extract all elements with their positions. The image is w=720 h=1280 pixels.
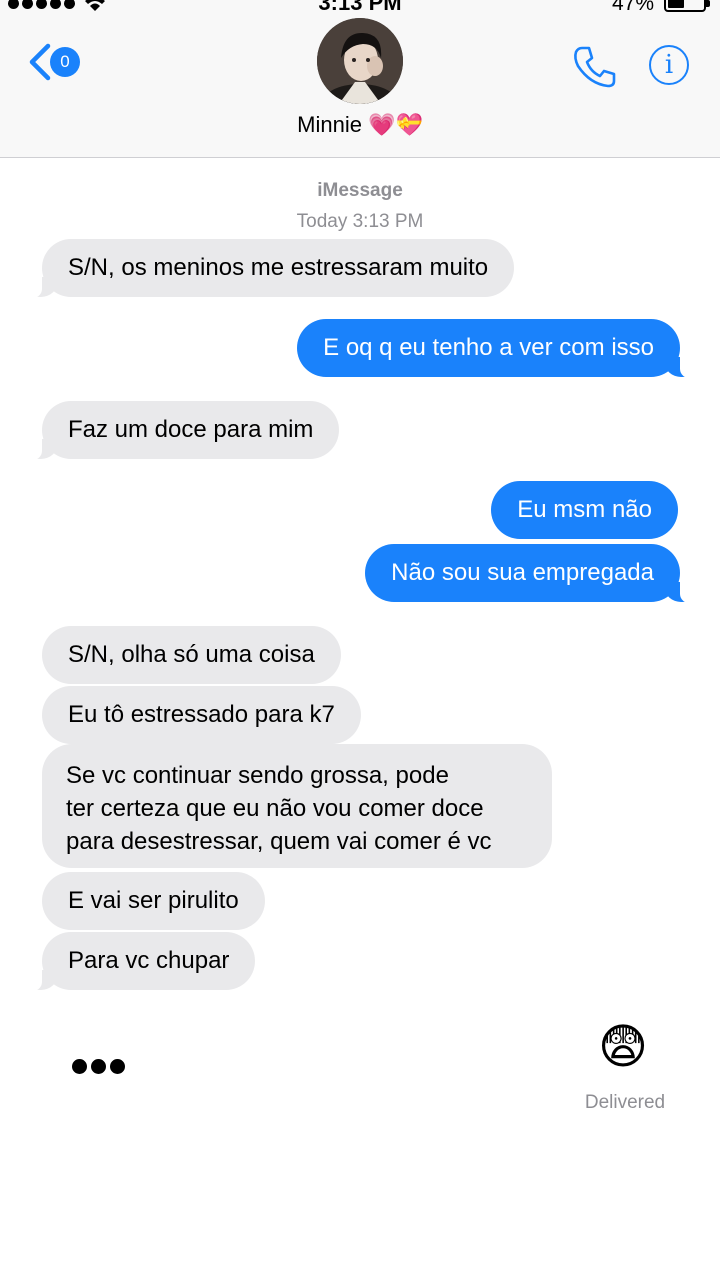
service-label: iMessage [317,180,403,201]
incoming-message[interactable]: S/N, os meninos me estressaram muito [21,239,515,299]
message-line: para desestressar, quem vai comer é vc [66,828,492,855]
phone-icon [574,46,616,88]
back-button[interactable]: 0 [26,42,80,82]
message-text: Não sou sua empregada [391,559,654,586]
message-text: Faz um doce para mim [68,416,314,443]
outgoing-message[interactable]: Eu msm não [491,481,678,539]
thread-timestamp: Today 3:13 PM [296,211,424,232]
outgoing-message[interactable]: E oq q eu tenho a ver com isso [297,319,700,379]
message-text: S/N, olha só uma coisa [68,641,315,668]
typing-indicator-icon [72,1059,125,1074]
status-bar: 3:13 PM 47% [0,0,720,18]
call-button[interactable] [572,44,618,95]
incoming-message[interactable]: Faz um doce para mim [21,401,340,461]
info-icon: i [664,50,674,80]
contact-avatar[interactable] [317,18,403,104]
delivered-status: Delivered [584,1092,666,1113]
battery-percentage: 47% [611,0,654,15]
conversation-header: 0 Minnie 💗💝 i [0,0,720,158]
back-chevron-icon [29,43,51,81]
contact-name[interactable]: Minnie 💗💝 [0,112,720,138]
sent-emoji-message[interactable]: 😨 [598,1020,648,1076]
message-text: Eu msm não [517,496,652,523]
incoming-message[interactable]: S/N, olha só uma coisa [42,626,341,684]
message-text: Para vc chupar [68,947,230,974]
battery-icon [664,0,710,12]
outgoing-message[interactable]: Não sou sua empregada [365,544,700,604]
message-text: E vai ser pirulito [68,887,239,914]
message-line: Se vc continuar sendo grossa, pode [66,762,449,789]
message-text: E oq q eu tenho a ver com isso [323,334,654,361]
message-text: Eu tô estressado para k7 [68,701,335,728]
message-text: S/N, os meninos me estressaram muito [68,254,489,281]
avatar-photo [317,18,403,104]
unread-count-badge: 0 [50,47,80,77]
incoming-message[interactable]: Se vc continuar sendo grossa, pode ter c… [42,744,552,868]
message-line: ter certeza que eu não vou comer doce [66,795,484,822]
incoming-message[interactable]: E vai ser pirulito [42,872,265,930]
info-button[interactable]: i [649,45,689,85]
incoming-message[interactable]: Eu tô estressado para k7 [42,686,361,744]
incoming-message[interactable]: Para vc chupar [21,932,256,992]
